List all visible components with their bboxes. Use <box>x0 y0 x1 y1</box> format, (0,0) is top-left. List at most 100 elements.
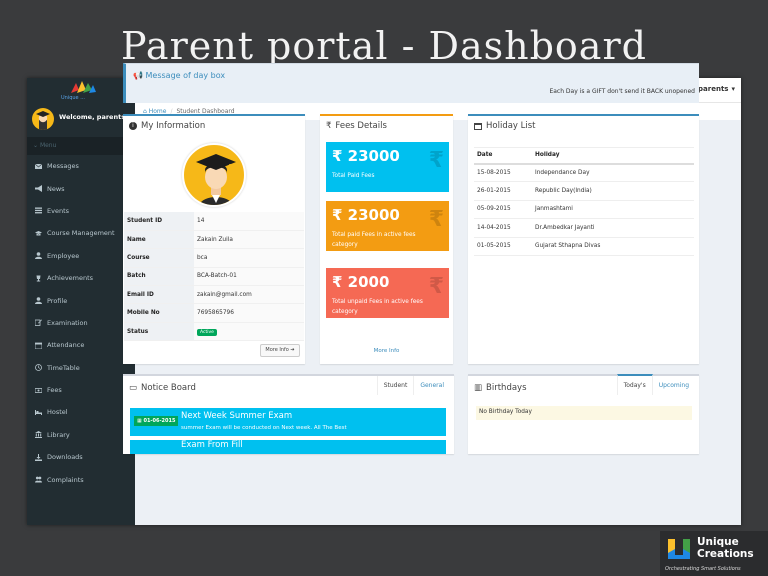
user-icon <box>34 252 42 260</box>
inbox-icon: ▭ <box>129 383 138 393</box>
notice-item[interactable]: Exam From Fill <box>130 440 446 454</box>
sidebar-item-library[interactable]: Library <box>27 424 135 446</box>
sidebar-item-fees[interactable]: Fees <box>27 379 135 401</box>
sidebar-item-label: Employee <box>47 251 80 260</box>
message-title-text: Message of day box <box>145 71 226 80</box>
table-row: 15-08-2015 Independance Day <box>474 163 694 183</box>
sidebar-item-profile[interactable]: Profile <box>27 289 135 311</box>
student-avatar-icon <box>196 154 236 205</box>
bullhorn-icon: 📢 <box>133 71 143 80</box>
holiday-name-header: Holiday <box>532 147 694 165</box>
edit-icon <box>34 319 42 327</box>
brand-line2: Creations <box>697 548 754 560</box>
table-row: 26-01-2015 Republic Day(India) <box>474 181 694 201</box>
sidebar-item-timetable[interactable]: TimeTable <box>27 357 135 379</box>
unique-creations-logo-icon <box>668 539 690 559</box>
tab-general[interactable]: General <box>414 376 450 395</box>
holiday-list-box: Holiday List Date Holiday 15-08-2015 Inde… <box>468 114 699 364</box>
money-icon <box>34 387 42 394</box>
sidebar-item-label: Achievements <box>47 274 94 283</box>
fee-card: ₹ 23000 Total Paid Fees ₹ <box>326 142 449 192</box>
notice-date-badge: ▦ 01-06-2015 <box>134 416 179 426</box>
info-row: Mobile No 7695865796 <box>124 303 304 323</box>
my-information-title: i My Information <box>123 116 305 136</box>
fees-details-title-text: Fees Details <box>335 121 387 131</box>
table-row: 14-04-2015 Dr.Ambedkar Jayanti <box>474 218 694 238</box>
message-of-day-box: 📢 Message of day box Each Day is a GIFT … <box>123 63 699 103</box>
tab-student[interactable]: Student <box>376 376 415 395</box>
tab-upcoming[interactable]: Upcoming <box>653 376 695 395</box>
notice-date-text: 01-06-2015 <box>143 418 176 424</box>
info-value: Zakain Zuila <box>194 230 304 250</box>
sidebar-item-news[interactable]: News <box>27 177 135 199</box>
sidebar-item-label: Profile <box>47 296 68 305</box>
sidebar-item-achievements[interactable]: Achievements <box>27 267 135 289</box>
holiday-name: Dr.Ambedkar Jayanti <box>532 218 694 238</box>
brand-tagline: Orchestrating Smart Solutions <box>665 566 741 572</box>
status-badge: Active <box>197 328 217 336</box>
fees-details-box: ₹ Fees Details ₹ 23000 Total Paid Fees ₹ ₹ … <box>320 114 453 364</box>
fee-amount: ₹ 23000 <box>332 206 400 224</box>
info-row: Student ID 14 <box>124 212 304 231</box>
info-key: Student ID <box>124 212 194 231</box>
info-row: Email ID zakain@gmail.com <box>124 285 304 305</box>
holiday-date-header: Date <box>474 147 532 165</box>
holiday-name: Janmashtami <box>532 200 694 220</box>
my-info-more-button[interactable]: More Info ➔ <box>260 344 300 357</box>
fees-more-info-link[interactable]: More Info <box>320 348 453 354</box>
student-avatar-icon <box>36 111 50 130</box>
bank-icon <box>34 431 42 439</box>
calendar-icon <box>474 122 482 130</box>
table-row: 01-05-2015 Gujarat Sthapna Divas <box>474 237 694 256</box>
rupee-icon: ₹ <box>428 148 444 173</box>
caret-down-icon: ▾ <box>731 85 735 93</box>
fees-details-title: ₹ Fees Details <box>320 116 453 136</box>
sidebar-item-label: Hostel <box>47 408 68 417</box>
sidebar-item-downloads[interactable]: Downloads <box>27 446 135 468</box>
graduation-cap-icon <box>34 230 42 237</box>
sidebar-item-events[interactable]: Events <box>27 200 135 222</box>
info-key: Status <box>124 322 194 342</box>
calendar-list-icon <box>34 207 42 214</box>
no-birthday-notice: No Birthday Today <box>476 406 692 420</box>
info-circle-icon: i <box>129 122 137 130</box>
message-text: Each Day is a GIFT don't send it BACK un… <box>549 88 695 95</box>
sidebar-item-messages[interactable]: Messages <box>27 155 135 177</box>
fee-card: ₹ 23000 Total paid Fees in active fees ca… <box>326 201 449 251</box>
info-value: 14 <box>194 212 304 231</box>
birthday-cake-icon: ▥ <box>474 383 483 393</box>
slide-title: Parent portal - Dashboard <box>121 24 647 68</box>
my-information-title-text: My Information <box>141 121 206 131</box>
sidebar-item-complaints[interactable]: Complaints <box>27 468 135 490</box>
sidebar-item-label: Library <box>47 430 70 439</box>
tab-todays[interactable]: Today's <box>616 374 653 395</box>
holiday-list-title: Holiday List <box>468 116 699 136</box>
calendar-icon <box>34 342 42 349</box>
sidebar-item-attendance[interactable]: Attendance <box>27 334 135 356</box>
sidebar-item-label: Downloads <box>47 453 83 462</box>
info-key: Email ID <box>124 285 194 305</box>
sidebar-logo[interactable]: Unique ... <box>27 78 135 103</box>
sidebar-item-label: Attendance <box>47 341 85 350</box>
holiday-name: Republic Day(India) <box>532 181 694 201</box>
fee-label: Total unpaid Fees in active fees categor… <box>332 299 423 315</box>
brand-name: Unique Creations <box>697 536 754 560</box>
menu-header-label: Menu <box>39 142 57 149</box>
brand-line1: Unique <box>697 536 739 548</box>
menu-header[interactable]: ⌄ Menu <box>27 137 135 155</box>
sidebar-item-hostel[interactable]: Hostel <box>27 401 135 423</box>
info-row: Name Zakain Zuila <box>124 230 304 250</box>
rupee-icon: ₹ <box>428 274 444 299</box>
notice-item[interactable]: ▦ 01-06-2015 Next Week Summer Exam summe… <box>130 408 446 436</box>
sidebar-item-label: Complaints <box>47 475 84 484</box>
sidebar-item-examination[interactable]: Examination <box>27 312 135 334</box>
sidebar-item-course-management[interactable]: Course Management <box>27 222 135 244</box>
sidebar-item-label: Course Management <box>47 229 115 238</box>
more-info-label: More Info <box>265 347 289 353</box>
sidebar-item-employee[interactable]: Employee <box>27 245 135 267</box>
info-value: Active <box>194 322 304 342</box>
users-icon <box>34 476 42 483</box>
logo-icon <box>71 81 96 93</box>
table-row: 05-09-2015 Janmashtami <box>474 200 694 220</box>
holiday-date: 26-01-2015 <box>474 181 532 201</box>
